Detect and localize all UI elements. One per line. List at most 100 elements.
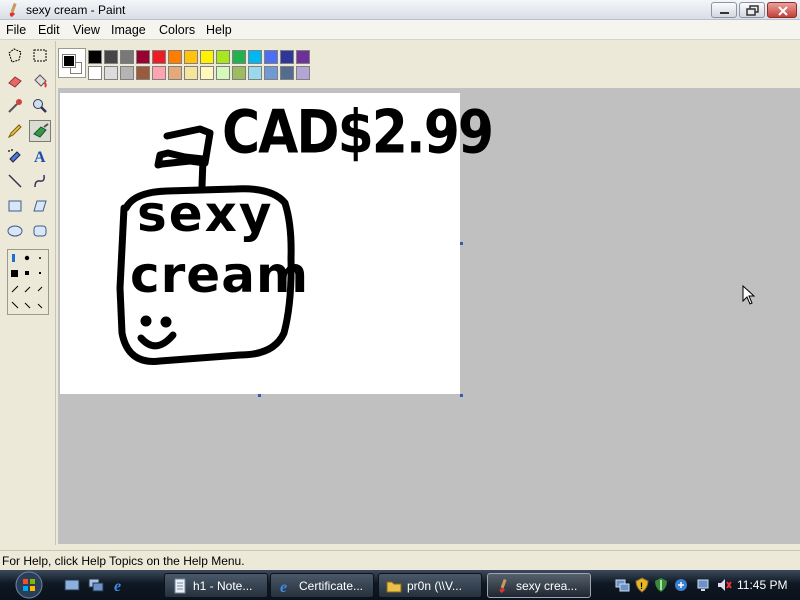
color-picker-icon [8,99,22,113]
eraser-icon [8,76,22,88]
tool-curve[interactable] [29,170,51,192]
magnifier-icon [33,99,47,113]
palette-swatch[interactable] [120,50,134,64]
palette-swatch[interactable] [296,66,310,80]
task-button-certificate[interactable]: e Certificate... [270,573,374,598]
palette-swatch[interactable] [216,50,230,64]
restore-button[interactable] [739,2,765,18]
palette-swatch[interactable] [184,66,198,80]
tool-pencil[interactable] [4,120,26,142]
palette-swatch[interactable] [280,66,294,80]
task-button-label: sexy crea... [516,579,578,593]
status-text: For Help, click Help Topics on the Help … [2,554,245,568]
current-colors[interactable] [58,48,86,78]
tool-brush[interactable] [29,120,51,142]
palette-swatch[interactable] [168,50,182,64]
tool-color-picker[interactable] [4,95,26,117]
palette-swatch[interactable] [88,66,102,80]
palette-swatch[interactable] [264,66,278,80]
palette-swatch[interactable] [168,66,182,80]
tool-text[interactable]: A [29,145,51,167]
rounded-rect-icon [33,225,47,237]
tool-rounded-rect[interactable] [29,220,51,242]
resize-handle-corner[interactable] [460,394,463,397]
tool-magnifier[interactable] [29,95,51,117]
show-desktop-icon[interactable] [64,577,80,593]
text-icon: A [34,149,46,165]
task-button-notepad[interactable]: h1 - Note... [164,573,268,598]
svg-text:!: ! [640,581,643,591]
palette-swatch[interactable] [136,50,150,64]
palette-swatch[interactable] [184,50,198,64]
restore-icon [746,5,759,16]
tool-fill[interactable] [29,70,51,92]
drawing-canvas[interactable]: CAD$2.99 sexy cream [60,93,494,394]
brush-icon [33,123,49,138]
menu-view[interactable]: View [73,23,100,37]
svg-text:e: e [114,578,121,593]
menu-image[interactable]: Image [111,23,146,37]
canvas-price-text: CAD$2.99 [222,98,494,168]
palette-swatch[interactable] [120,66,134,80]
tool-rectangle[interactable] [4,195,26,217]
app-tray-icon[interactable] [673,577,689,593]
palette-swatch[interactable] [136,66,150,80]
tool-eraser[interactable] [4,70,26,92]
svg-text:e: e [280,579,287,594]
tool-line[interactable] [4,170,26,192]
task-button-paint[interactable]: sexy crea... [487,573,591,598]
brush-shapes-icon [11,254,43,309]
palette-swatch[interactable] [104,66,118,80]
tool-polygon[interactable] [29,195,51,217]
canvas-cream-text: cream [130,246,310,304]
color-palette [56,46,316,84]
palette-swatch[interactable] [200,66,214,80]
security-tray-icon[interactable]: ! [634,577,650,593]
title-bar[interactable]: sexy cream - Paint [0,0,800,20]
defender-tray-icon[interactable] [653,577,669,593]
canvas-workarea[interactable]: CAD$2.99 sexy cream [58,88,800,544]
menu-help[interactable]: Help [206,23,232,37]
volume-muted-icon[interactable] [716,577,732,593]
menu-file[interactable]: File [6,23,26,37]
palette-swatch[interactable] [248,66,262,80]
palette-swatch[interactable] [264,50,278,64]
ie-quicklaunch-icon[interactable]: e [112,577,128,593]
palette-swatch[interactable] [200,50,214,64]
task-button-folder[interactable]: pr0n (\\V... [378,573,482,598]
network-tray-icon[interactable] [614,577,630,593]
foreground-color-swatch[interactable] [62,54,76,68]
menu-edit[interactable]: Edit [38,23,60,37]
task-button-label: Certificate... [299,579,364,593]
fill-bucket-icon [34,74,47,88]
tool-airbrush[interactable] [4,145,26,167]
palette-swatch[interactable] [152,66,166,80]
palette-swatch[interactable] [216,66,230,80]
clock[interactable]: 11:45 PM [737,578,787,592]
brush-shape-options[interactable] [7,249,49,315]
paint-app-icon [9,2,17,17]
palette-swatch[interactable] [152,50,166,64]
palette-swatch[interactable] [280,50,294,64]
resize-handle-right[interactable] [460,242,463,245]
palette-swatch[interactable] [296,50,310,64]
tool-free-form-select[interactable] [4,45,26,67]
minimize-button[interactable] [711,2,737,18]
window-title: sexy cream - Paint [26,3,126,17]
rectangle-icon [8,200,22,212]
palette-swatch[interactable] [104,50,118,64]
start-button[interactable] [8,571,50,599]
close-icon [778,6,788,16]
tool-rect-select[interactable] [29,45,51,67]
palette-swatch[interactable] [232,66,246,80]
menu-colors[interactable]: Colors [159,23,195,37]
close-button[interactable] [767,2,797,18]
palette-swatch[interactable] [248,50,262,64]
palette-swatch[interactable] [232,50,246,64]
network-status-icon[interactable] [697,577,713,593]
switch-windows-icon[interactable] [88,577,104,593]
task-button-label: h1 - Note... [193,579,253,593]
palette-swatch[interactable] [88,50,102,64]
tool-ellipse[interactable] [4,220,26,242]
resize-handle-bottom[interactable] [258,394,261,397]
